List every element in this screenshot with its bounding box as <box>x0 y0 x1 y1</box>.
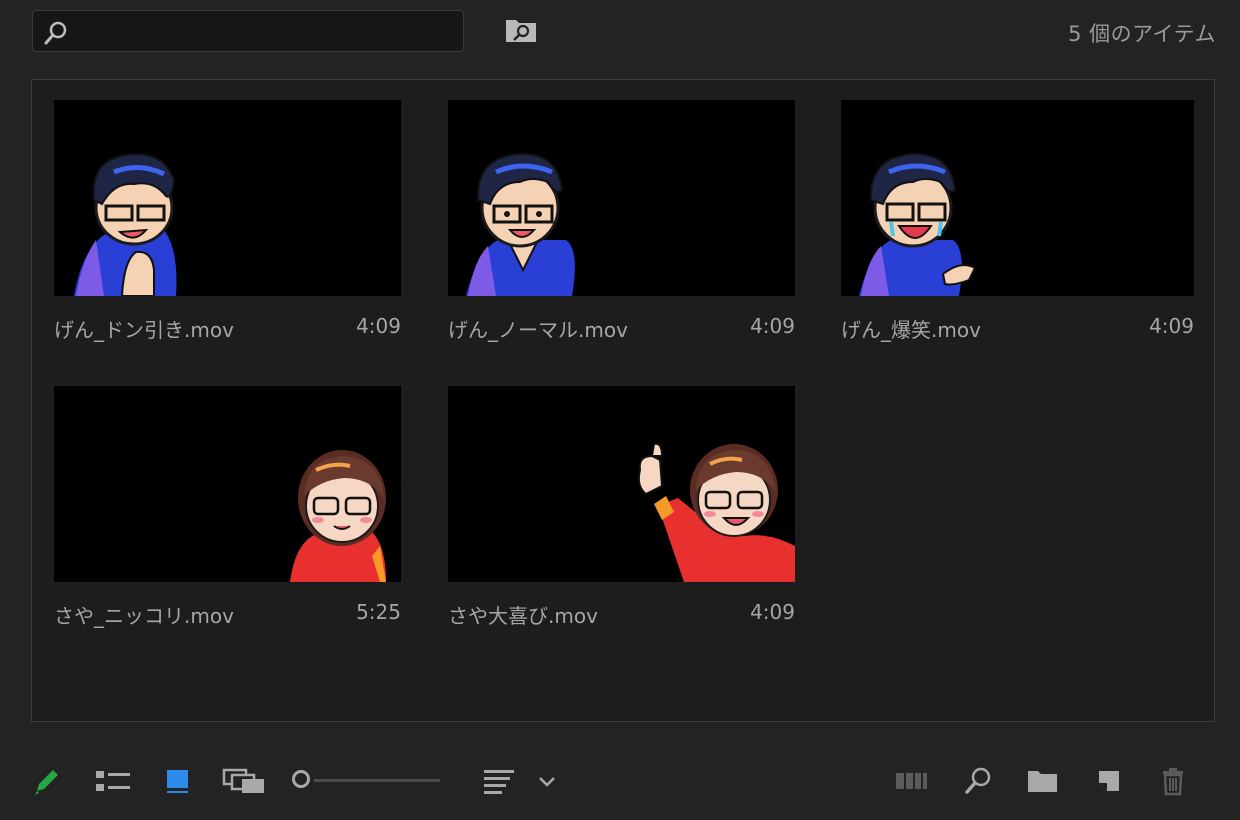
automate-to-sequence-icon <box>896 773 927 789</box>
list-view-icon <box>96 771 130 791</box>
clip-thumbnail[interactable] <box>54 386 401 582</box>
clip-tile[interactable]: げん_爆笑.mov 4:09 <box>819 80 1194 342</box>
clip-thumbnail[interactable] <box>448 100 795 296</box>
new-item-button[interactable] <box>1094 766 1124 796</box>
clip-duration: 5:25 <box>356 600 401 624</box>
zoom-slider-track[interactable] <box>314 779 440 782</box>
clip-duration: 4:09 <box>750 600 795 624</box>
sort-button[interactable] <box>482 766 516 796</box>
clip-tile[interactable]: さや大喜び.mov 4:09 <box>426 366 795 628</box>
clip-duration: 4:09 <box>1149 314 1194 338</box>
icon-view-button[interactable] <box>164 766 192 796</box>
clip-name: げん_爆笑.mov <box>841 318 981 342</box>
search-input[interactable] <box>77 17 461 47</box>
sort-icon <box>484 770 514 794</box>
zoom-slider-handle[interactable] <box>292 770 310 788</box>
list-view-button[interactable] <box>94 766 132 796</box>
write-protect-button[interactable] <box>30 766 64 796</box>
find-button[interactable] <box>962 766 994 796</box>
chevron-down-icon <box>539 777 555 787</box>
clip-duration: 4:09 <box>356 314 401 338</box>
trash-icon <box>1163 768 1183 796</box>
find-in-bin-button[interactable] <box>503 16 539 44</box>
clip-tile[interactable]: さや_ニッコリ.mov 5:25 <box>32 366 401 628</box>
automate-to-sequence-button[interactable] <box>894 766 930 796</box>
bottom-toolbar <box>0 748 1240 820</box>
clip-thumbnail[interactable] <box>448 386 795 582</box>
new-bin-icon <box>1028 771 1057 792</box>
clip-thumbnail[interactable] <box>54 100 401 296</box>
freeform-view-button[interactable] <box>222 766 266 796</box>
clip-name: さや大喜び.mov <box>448 604 598 628</box>
clip-name: げん_ノーマル.mov <box>448 318 628 342</box>
icon-view-icon <box>167 770 188 793</box>
find-icon <box>965 767 991 794</box>
delete-button[interactable] <box>1158 766 1188 796</box>
new-bin-button[interactable] <box>1026 766 1060 796</box>
gen-character-thumbnail <box>74 153 177 296</box>
saya-character-thumbnail <box>637 442 795 582</box>
sort-dropdown-button[interactable] <box>536 766 558 796</box>
top-bar: 5 個のアイテム <box>0 0 1240 72</box>
clip-thumbnail[interactable] <box>841 100 1194 296</box>
search-icon <box>44 21 67 45</box>
clip-name: さや_ニッコリ.mov <box>54 604 234 628</box>
project-bin-grid[interactable]: げん_ドン引き.mov 4:09 げん_ノーマル.mov 4:09 げん_爆笑.… <box>31 79 1215 722</box>
freeform-view-icon <box>222 768 264 793</box>
clip-tile[interactable]: げん_ノーマル.mov 4:09 <box>426 80 795 342</box>
search-box[interactable] <box>32 10 464 52</box>
item-count: 5 個のアイテム <box>1068 22 1216 46</box>
pencil-icon <box>35 770 58 795</box>
saya-character-thumbnail <box>290 450 386 582</box>
clip-tile[interactable]: げん_ドン引き.mov 4:09 <box>32 80 401 342</box>
gen-character-thumbnail <box>859 152 977 296</box>
folder-search-icon <box>506 20 536 42</box>
gen-character-thumbnail <box>466 152 575 296</box>
clip-name: げん_ドン引き.mov <box>54 318 234 342</box>
new-item-icon <box>1099 771 1119 791</box>
clip-duration: 4:09 <box>750 314 795 338</box>
